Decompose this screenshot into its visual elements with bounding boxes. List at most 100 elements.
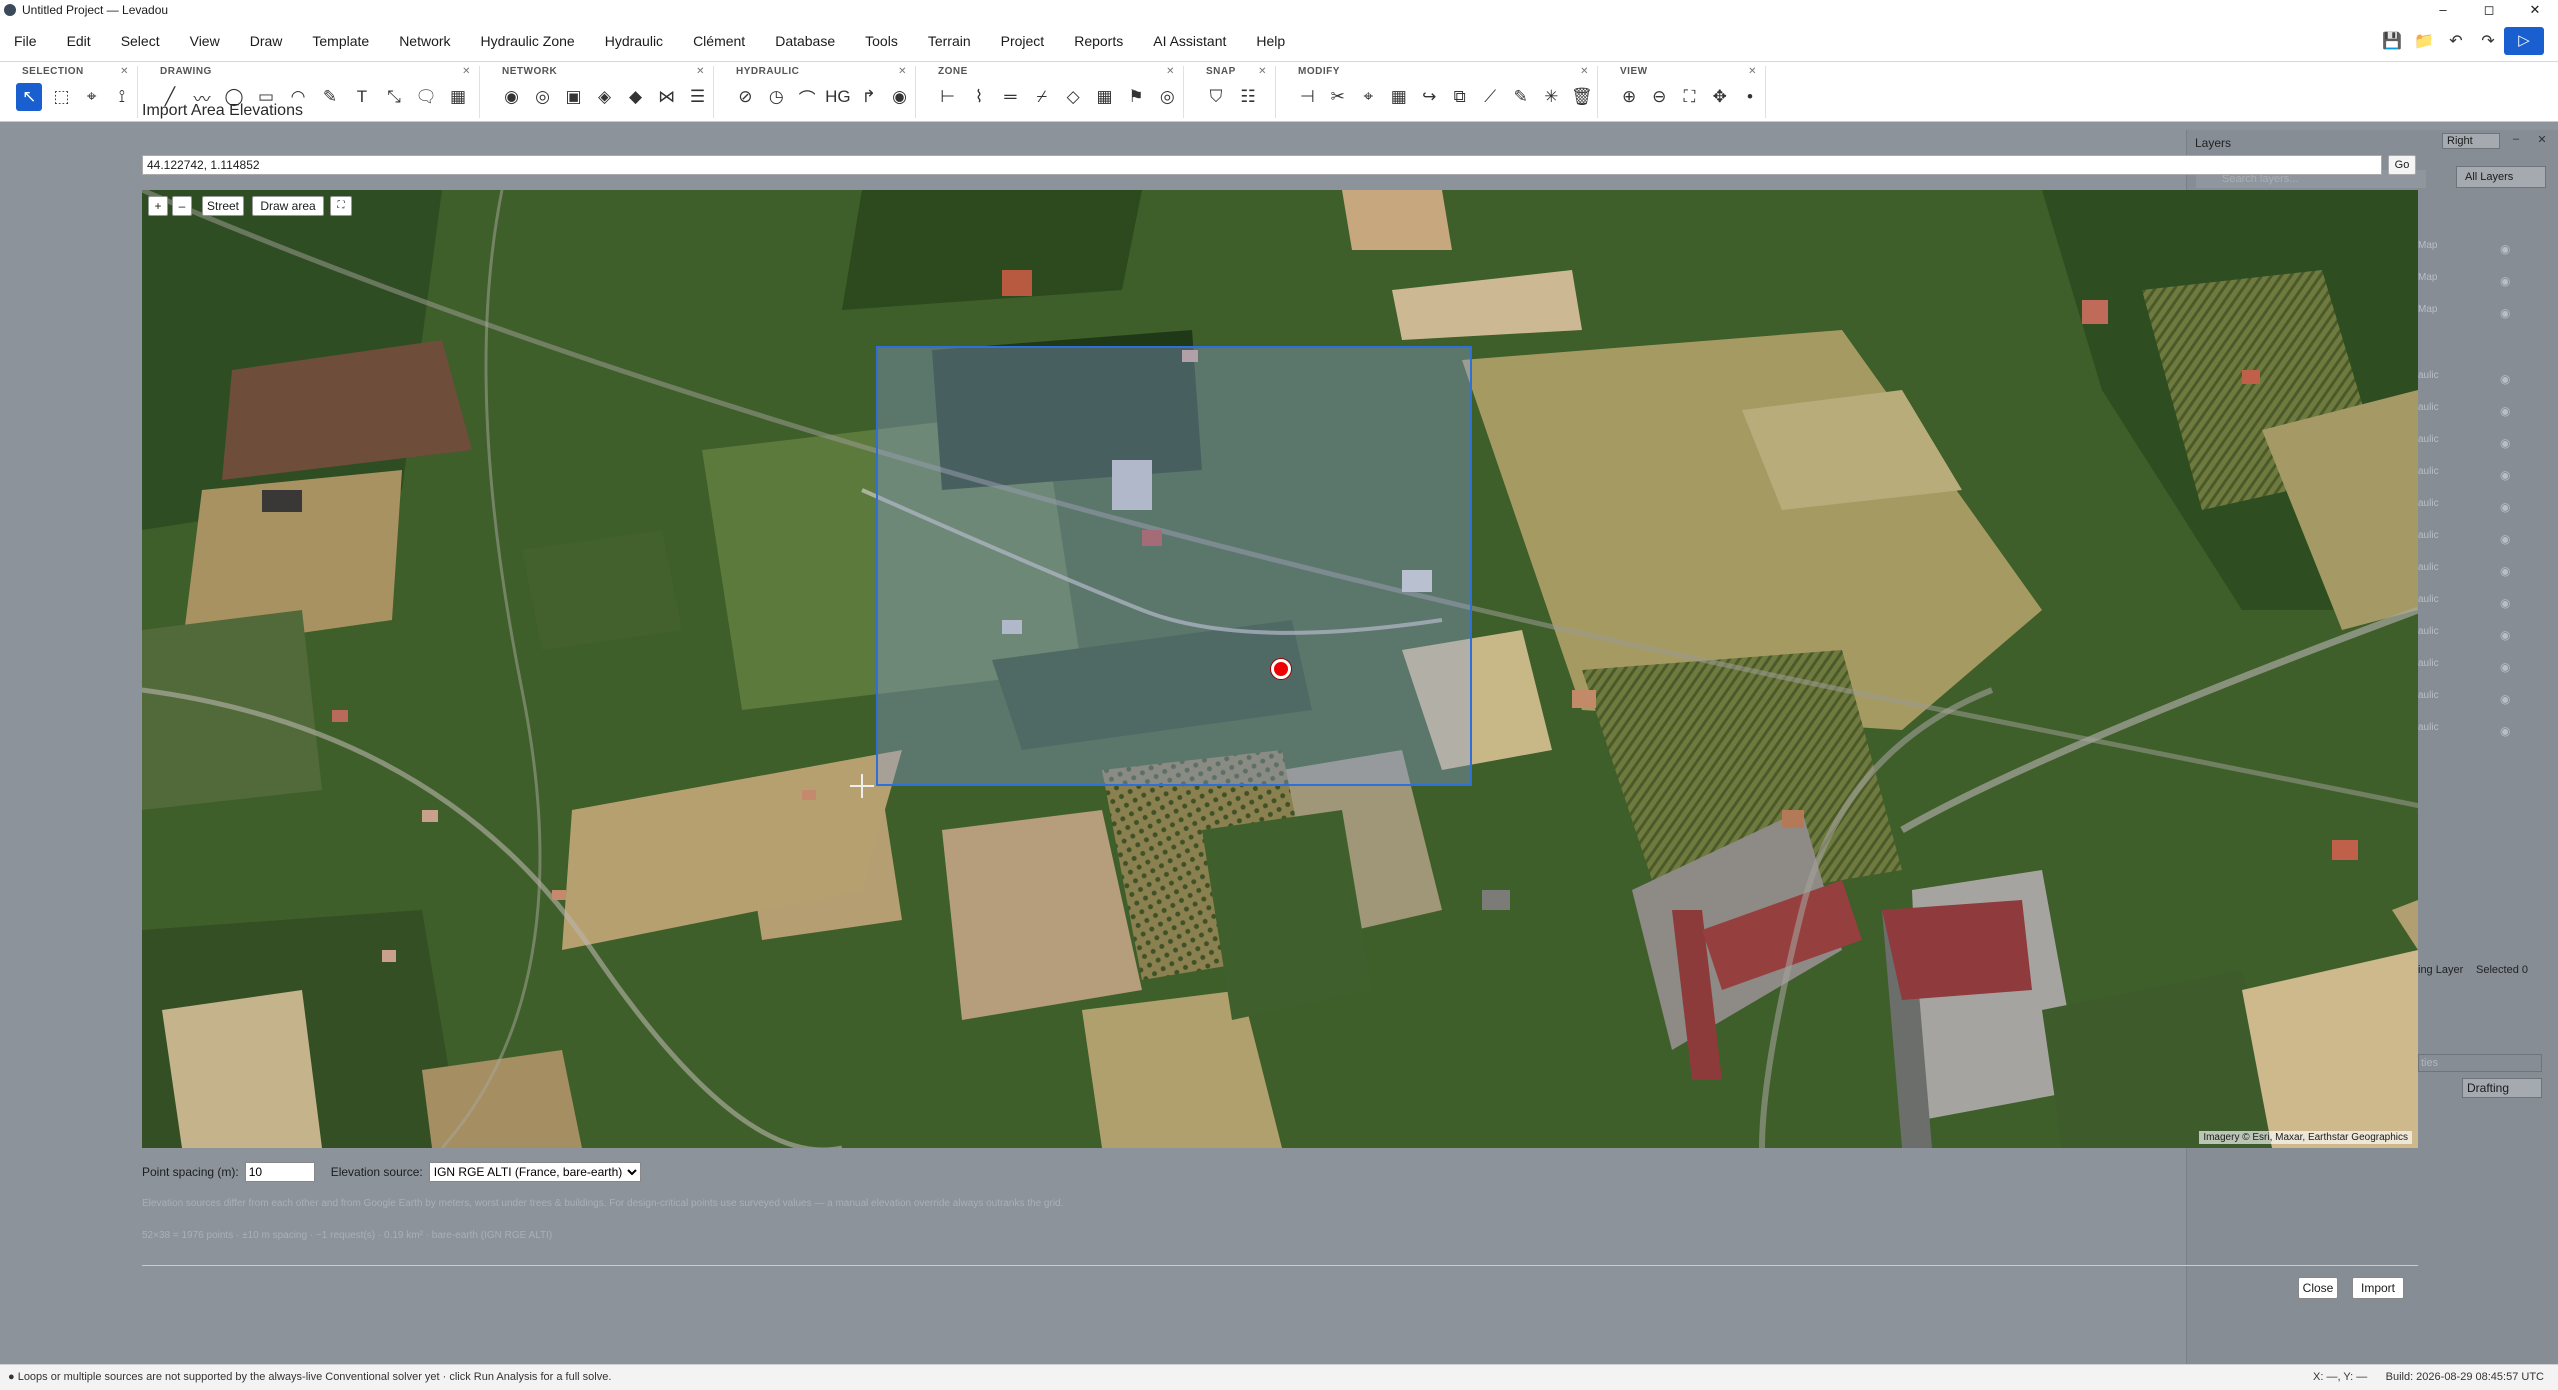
menu-tools[interactable]: Tools	[865, 33, 898, 49]
layer-row[interactable]: aulic ◉	[2418, 690, 2558, 710]
layers-position-select[interactable]: Right	[2442, 133, 2500, 149]
tool-selection-3-icon[interactable]: ⟟	[107, 87, 137, 107]
tool-modify-6-icon[interactable]: ⟋	[1475, 87, 1506, 107]
layer-row[interactable]: aulic ◉	[2418, 722, 2558, 742]
tool-zone-3-icon[interactable]: ⌿	[1026, 87, 1057, 107]
close-group-icon[interactable]: ✕	[1166, 66, 1175, 77]
layers-filter-select[interactable]: All Layers	[2456, 166, 2546, 188]
visibility-eye-icon[interactable]: ◉	[2500, 274, 2510, 288]
tool-network-5-icon[interactable]: ⋈	[651, 87, 682, 107]
menu-hydraulic-zone[interactable]: Hydraulic Zone	[481, 33, 575, 49]
close-group-icon[interactable]: ✕	[1258, 66, 1267, 77]
visibility-eye-icon[interactable]: ◉	[2500, 500, 2510, 514]
tool-drawing-9-icon[interactable]: ▦	[442, 87, 474, 107]
tool-zone-1-icon[interactable]: ⌇	[963, 87, 994, 107]
visibility-eye-icon[interactable]: ◉	[2500, 404, 2510, 418]
tool-view-4-icon[interactable]: •	[1735, 87, 1765, 107]
layer-row[interactable]: aulic ◉	[2418, 658, 2558, 678]
street-layer-button[interactable]: Street	[202, 196, 244, 216]
tool-modify-0-icon[interactable]: ⊣	[1292, 87, 1323, 107]
menu-database[interactable]: Database	[775, 33, 835, 49]
mode-select[interactable]: Drafting	[2462, 1078, 2542, 1098]
visibility-eye-icon[interactable]: ◉	[2500, 724, 2510, 738]
fullscreen-button[interactable]: ⛶	[330, 196, 352, 216]
draw-area-button[interactable]: Draw area	[252, 196, 324, 216]
tool-hydraulic-1-icon[interactable]: ◷	[761, 87, 792, 107]
visibility-eye-icon[interactable]: ◉	[2500, 468, 2510, 482]
tool-modify-5-icon[interactable]: ⧉	[1445, 87, 1476, 107]
tool-view-2-icon[interactable]: ⛶	[1674, 87, 1704, 107]
tool-snap-0-icon[interactable]: ⛉	[1200, 87, 1232, 107]
layer-row[interactable]: aulic ◉	[2418, 594, 2558, 614]
layer-row[interactable]: aulic ◉	[2418, 466, 2558, 486]
menu-edit[interactable]: Edit	[67, 33, 91, 49]
tool-selection-1-icon[interactable]: ⬚	[46, 87, 76, 107]
tool-view-1-icon[interactable]: ⊖	[1644, 87, 1674, 107]
open-folder-icon[interactable]: 📁	[2408, 31, 2440, 51]
zoom-out-button[interactable]: –	[172, 196, 192, 216]
close-group-icon[interactable]: ✕	[462, 66, 471, 77]
menu-file[interactable]: File	[14, 33, 37, 49]
coordinate-input[interactable]: 44.122742, 1.114852	[142, 155, 2382, 175]
tool-zone-7-icon[interactable]: ◎	[1152, 87, 1183, 107]
redo-icon[interactable]: ↷	[2472, 31, 2504, 51]
tool-network-1-icon[interactable]: ◎	[527, 87, 558, 107]
run-analysis-button[interactable]: ▷	[2504, 27, 2544, 55]
close-button[interactable]: Close	[2298, 1277, 2338, 1299]
menu-view[interactable]: View	[190, 33, 220, 49]
tool-network-0-icon[interactable]: ◉	[496, 87, 527, 107]
minimize-button[interactable]: –	[2420, 0, 2466, 20]
tool-drawing-6-icon[interactable]: T	[346, 87, 378, 107]
menu-network[interactable]: Network	[399, 33, 450, 49]
layer-row[interactable]: aulic ◉	[2418, 402, 2558, 422]
tool-modify-7-icon[interactable]: ✎	[1506, 87, 1537, 107]
tool-zone-6-icon[interactable]: ⚑	[1120, 87, 1151, 107]
visibility-eye-icon[interactable]: ◉	[2500, 660, 2510, 674]
layers-collapse-button[interactable]: –	[2508, 133, 2524, 149]
layer-row[interactable]: Map ◉	[2418, 272, 2558, 292]
visibility-eye-icon[interactable]: ◉	[2500, 372, 2510, 386]
tool-zone-2-icon[interactable]: ═	[995, 87, 1026, 107]
close-group-icon[interactable]: ✕	[696, 66, 705, 77]
menu-draw[interactable]: Draw	[250, 33, 283, 49]
layer-row[interactable]: aulic ◉	[2418, 562, 2558, 582]
undo-icon[interactable]: ↶	[2440, 31, 2472, 51]
location-marker[interactable]	[1271, 659, 1291, 679]
visibility-eye-icon[interactable]: ◉	[2500, 628, 2510, 642]
elevation-source-select[interactable]: IGN RGE ALTI (France, bare-earth)	[428, 1162, 641, 1182]
menu-reports[interactable]: Reports	[1074, 33, 1123, 49]
selected-area-rectangle[interactable]	[876, 346, 1472, 786]
tool-hydraulic-0-icon[interactable]: ⊘	[730, 87, 761, 107]
close-group-icon[interactable]: ✕	[1580, 66, 1589, 77]
import-button[interactable]: Import	[2352, 1277, 2404, 1299]
layer-row[interactable]: aulic ◉	[2418, 626, 2558, 646]
tool-modify-4-icon[interactable]: ↪	[1414, 87, 1445, 107]
tool-network-2-icon[interactable]: ▣	[558, 87, 589, 107]
layers-close-icon[interactable]: ✕	[2534, 133, 2550, 149]
menu-ai-assistant[interactable]: AI Assistant	[1153, 33, 1226, 49]
menu-clement[interactable]: Clément	[693, 33, 745, 49]
satellite-map[interactable]: + – Street Draw area ⛶ Imagery © Esri, M…	[142, 190, 2418, 1148]
visibility-eye-icon[interactable]: ◉	[2500, 242, 2510, 256]
tool-hydraulic-4-icon[interactable]: ↱	[853, 87, 884, 107]
tool-zone-5-icon[interactable]: ▦	[1089, 87, 1120, 107]
go-button[interactable]: Go	[2388, 155, 2416, 175]
close-window-button[interactable]: ✕	[2512, 0, 2558, 20]
properties-input[interactable]: ties	[2418, 1054, 2542, 1072]
tool-hydraulic-2-icon[interactable]: ⌒	[792, 85, 823, 110]
tool-drawing-5-icon[interactable]: ✎	[314, 87, 346, 107]
tool-network-4-icon[interactable]: ◆	[620, 87, 651, 107]
layer-row[interactable]: Map ◉	[2418, 240, 2558, 260]
close-group-icon[interactable]: ✕	[120, 66, 129, 77]
tool-modify-2-icon[interactable]: ⌖	[1353, 87, 1384, 107]
layer-row[interactable]: aulic ◉	[2418, 498, 2558, 518]
visibility-eye-icon[interactable]: ◉	[2500, 436, 2510, 450]
visibility-eye-icon[interactable]: ◉	[2500, 692, 2510, 706]
visibility-eye-icon[interactable]: ◉	[2500, 596, 2510, 610]
layer-row[interactable]: aulic ◉	[2418, 434, 2558, 454]
zoom-in-button[interactable]: +	[148, 196, 168, 216]
tool-zone-0-icon[interactable]: ⊢	[932, 87, 963, 107]
tool-view-0-icon[interactable]: ⊕	[1614, 87, 1644, 107]
visibility-eye-icon[interactable]: ◉	[2500, 564, 2510, 578]
tool-modify-9-icon[interactable]: 🗑	[1567, 87, 1598, 107]
